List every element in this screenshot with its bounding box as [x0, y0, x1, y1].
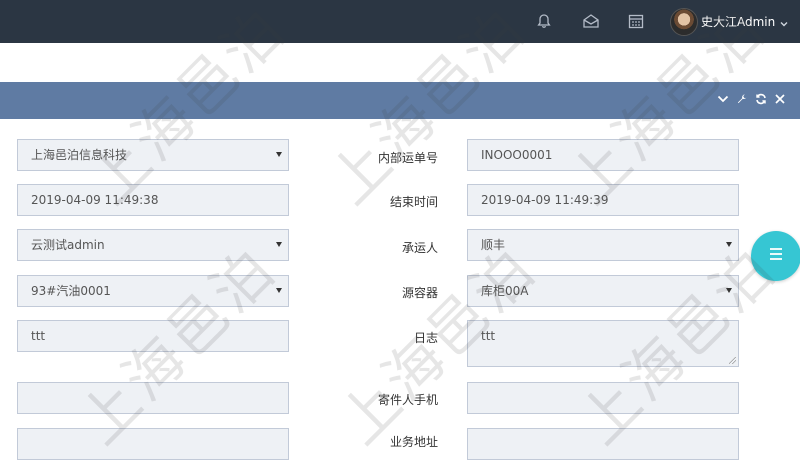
mail-icon[interactable] — [582, 12, 600, 30]
notes-field[interactable]: ttt — [17, 320, 289, 352]
chevron-down-icon[interactable] — [779, 14, 791, 27]
address-label: 业务地址 — [389, 435, 438, 449]
bottom-right-field[interactable] — [467, 428, 739, 460]
panel-header — [0, 82, 800, 119]
end-time-label: 结束时间 — [389, 195, 438, 209]
carrier-select-value: 顺丰 — [481, 238, 506, 252]
internal-waybill-label: 内部运单号 — [377, 151, 438, 165]
collapse-icon[interactable] — [716, 92, 730, 106]
start-time-field[interactable]: 2019-04-09 11:49:38 — [17, 184, 289, 216]
reload-icon[interactable] — [754, 92, 768, 106]
quick-sidebar-toggle[interactable] — [751, 231, 800, 281]
blank-left-field[interactable] — [17, 382, 289, 414]
notes-value: ttt — [31, 329, 46, 343]
internal-waybill-value: INOOO0001 — [481, 148, 553, 162]
user-select-value: 云测试admin — [31, 238, 105, 252]
resize-grip-icon[interactable] — [729, 357, 736, 364]
close-icon[interactable] — [773, 92, 787, 106]
bottom-left-field[interactable] — [17, 428, 289, 460]
calendar-icon[interactable] — [627, 12, 645, 30]
avatar[interactable] — [670, 8, 698, 36]
wrench-icon[interactable] — [735, 92, 749, 106]
user-select[interactable]: 云测试admin — [17, 229, 289, 261]
sender-phone-label: 寄件人手机 — [377, 393, 438, 407]
sender-phone-field[interactable] — [467, 382, 739, 414]
menu-icon — [767, 246, 785, 266]
end-time-value: 2019-04-09 11:49:39 — [481, 193, 609, 207]
source-container-select[interactable]: 库柜00A — [467, 275, 739, 307]
chevron-down-icon — [276, 242, 282, 247]
top-navbar: 史大江Admin — [0, 0, 800, 43]
start-time-value: 2019-04-09 11:49:38 — [31, 193, 159, 207]
source-container-label: 源容器 — [401, 286, 438, 300]
log-value: ttt — [481, 329, 496, 343]
log-label: 日志 — [413, 331, 438, 345]
chevron-down-icon — [726, 288, 732, 293]
bell-icon[interactable] — [535, 12, 553, 30]
chevron-down-icon — [726, 242, 732, 247]
carrier-select[interactable]: 顺丰 — [467, 229, 739, 261]
source-container-value: 库柜00A — [481, 284, 529, 298]
user-name[interactable]: 史大江Admin — [701, 13, 775, 30]
company-select[interactable]: 上海邑泊信息科技 — [17, 139, 289, 171]
end-time-field[interactable]: 2019-04-09 11:49:39 — [467, 184, 739, 216]
chevron-down-icon — [276, 288, 282, 293]
log-textarea[interactable]: ttt — [467, 320, 739, 367]
chevron-down-icon — [276, 152, 282, 157]
internal-waybill-field[interactable]: INOOO0001 — [467, 139, 739, 171]
product-select-value: 93#汽油0001 — [31, 284, 111, 298]
carrier-label: 承运人 — [401, 241, 438, 255]
company-select-value: 上海邑泊信息科技 — [31, 148, 128, 162]
product-select[interactable]: 93#汽油0001 — [17, 275, 289, 307]
